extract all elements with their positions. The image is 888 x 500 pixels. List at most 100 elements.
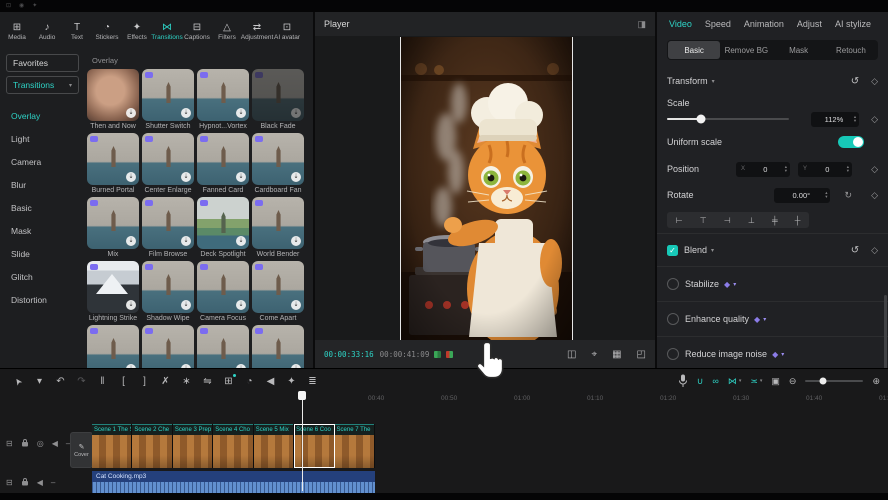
transition-thumbnail[interactable]: ⇣: [142, 133, 194, 185]
transition-item[interactable]: ⇣ Deck Spotlight: [197, 197, 249, 261]
timeline-ruler[interactable]: 00:4000:5001:0001:1001:2001:3001:4001:50: [368, 395, 888, 405]
blend-checkbox[interactable]: ✓: [667, 245, 678, 256]
transition-item[interactable]: ⇣ Lightning Strike: [87, 261, 139, 325]
position-x-field[interactable]: X 0 ▴▾: [736, 162, 790, 177]
extract-audio-icon[interactable]: ≣: [302, 376, 323, 387]
stepper-arrows[interactable]: ▴▾: [785, 165, 787, 173]
stepper-arrows[interactable]: ▴▾: [825, 191, 827, 199]
redo-icon[interactable]: ↷: [71, 376, 92, 387]
scrollbar[interactable]: [884, 295, 887, 368]
transition-thumbnail[interactable]: ⇣: [87, 69, 139, 121]
transition-item[interactable]: ⇣ Fanned Card: [197, 133, 249, 197]
transition-item[interactable]: ⇣ Then and Now: [87, 69, 139, 133]
transition-thumbnail[interactable]: ⇣: [197, 325, 249, 368]
ribbon-tab[interactable]: ⇄ Adjustment: [242, 12, 272, 50]
transition-item[interactable]: ⇣ World Bender: [252, 197, 304, 261]
category-item[interactable]: Glitch: [0, 265, 85, 288]
transition-thumbnail[interactable]: ⇣: [197, 69, 249, 121]
transition-item[interactable]: ⇣ Cardboard Fan: [252, 133, 304, 197]
category-item[interactable]: Mask: [0, 219, 85, 242]
scale-slider-thumb[interactable]: [697, 115, 706, 124]
quality-icon[interactable]: ▦: [612, 349, 621, 360]
timeline-zoom-slider[interactable]: [805, 380, 863, 382]
transition-thumbnail[interactable]: ⇣: [197, 197, 249, 249]
video-clip[interactable]: Scene 4 Cho: [213, 424, 253, 468]
keyframe-diamond-icon[interactable]: ◇: [871, 114, 878, 125]
sidebar-transitions-dropdown[interactable]: Transitions ▾: [6, 76, 79, 94]
sidebar-favorites-button[interactable]: Favorites: [6, 54, 79, 72]
transition-thumbnail[interactable]: ⇣: [142, 261, 194, 313]
keyframe-diamond-icon[interactable]: ◇: [871, 245, 878, 256]
transition-item[interactable]: ⇣ Come Apart: [252, 261, 304, 325]
feature-checkbox[interactable]: [667, 348, 679, 360]
fullscreen-icon[interactable]: ◰: [637, 349, 646, 360]
track-mode-toggle-icon[interactable]: ≍ ▾: [750, 376, 762, 387]
reset-icon[interactable]: ↺: [851, 245, 859, 256]
zoom-out-icon[interactable]: ⊖: [789, 376, 797, 387]
lock-icon[interactable]: [21, 438, 29, 449]
keyframe-diamond-icon[interactable]: ◇: [871, 76, 878, 87]
transition-thumbnail[interactable]: ⇣: [87, 133, 139, 185]
track-collapse-icon[interactable]: ⊟: [6, 439, 13, 448]
inspector-subtab[interactable]: Basic: [668, 41, 720, 59]
transition-item[interactable]: ⇣: [142, 325, 194, 368]
inspector-tab[interactable]: Animation: [744, 19, 784, 29]
playhead-handle[interactable]: [298, 391, 306, 400]
video-clip[interactable]: Scene 1 The S: [92, 424, 132, 468]
video-clip[interactable]: Scene 3 Prep: [173, 424, 213, 468]
transition-thumbnail[interactable]: ⇣: [87, 261, 139, 313]
player-display-settings-icon[interactable]: ◨: [637, 19, 646, 30]
category-item[interactable]: Distortion: [0, 288, 85, 311]
transition-item[interactable]: ⇣ Burned Portal: [87, 133, 139, 197]
align-vcenter-icon[interactable]: ⊤: [700, 216, 707, 225]
delete-left-icon[interactable]: [: [113, 376, 134, 387]
zoom-in-icon[interactable]: ⊕: [872, 376, 880, 387]
zoom-slider-thumb[interactable]: [819, 378, 826, 385]
ribbon-tab[interactable]: ♪ Audio: [32, 12, 62, 50]
undo-icon[interactable]: ↶: [50, 376, 71, 387]
keyframe-diamond-icon[interactable]: ◇: [871, 190, 878, 201]
transition-item[interactable]: ⇣ Center Enlarge: [142, 133, 194, 197]
category-item[interactable]: Camera: [0, 150, 85, 173]
transition-item[interactable]: ⇣ Camera Focus: [197, 261, 249, 325]
transition-thumbnail[interactable]: ⇣: [87, 325, 139, 368]
transition-thumbnail[interactable]: ⇣: [252, 325, 304, 368]
keyframe-diamond-icon[interactable]: ◇: [871, 164, 878, 175]
track-more-icon[interactable]: –: [51, 478, 55, 487]
magnet-toggle-icon[interactable]: ∪: [697, 376, 704, 387]
position-y-field[interactable]: Y 0 ▴▾: [798, 162, 852, 177]
stepper-arrows[interactable]: ▴▾: [854, 115, 856, 123]
stepper-arrows[interactable]: ▴▾: [847, 165, 849, 173]
rotate-dial-icon[interactable]: ↻: [844, 190, 852, 201]
mute-track-icon[interactable]: ◀: [52, 439, 58, 448]
rotate-value-field[interactable]: 0.00° ▴▾: [774, 188, 830, 203]
snapshot-icon[interactable]: ⌖: [591, 349, 597, 360]
chevron-down-icon[interactable]: ▾: [712, 78, 715, 85]
chevron-down-icon[interactable]: ▾: [763, 316, 766, 323]
inspector-tab[interactable]: Video: [669, 19, 692, 29]
select-tool-icon[interactable]: ➤: [8, 369, 29, 393]
inspector-subtab[interactable]: Remove BG: [720, 41, 772, 59]
align-left-icon[interactable]: ⊢: [676, 216, 683, 225]
snap-toggle-icon[interactable]: ⋈ ▾: [728, 376, 742, 387]
uniform-scale-toggle[interactable]: [838, 136, 864, 148]
transition-thumbnail[interactable]: ⇣: [252, 261, 304, 313]
transition-item[interactable]: ⇣ Hypnot...Vortex: [197, 69, 249, 133]
scale-value-field[interactable]: 112% ▴▾: [811, 112, 859, 127]
transition-thumbnail[interactable]: ⇣: [142, 197, 194, 249]
ribbon-tab[interactable]: ⋈ Transitions: [152, 12, 182, 50]
transition-thumbnail[interactable]: ⇣: [197, 261, 249, 313]
mirror-icon[interactable]: ⇋: [197, 376, 218, 387]
speed-icon[interactable]: ◔: [239, 376, 260, 387]
reset-icon[interactable]: ↺: [851, 76, 859, 87]
cover-button[interactable]: ✎ Cover: [70, 432, 93, 468]
transition-thumbnail[interactable]: ⇣: [252, 69, 304, 121]
ribbon-tab[interactable]: ⊡ AI avatar: [272, 12, 302, 50]
track-collapse-icon[interactable]: ⊟: [6, 478, 13, 487]
video-clip[interactable]: Scene 6 Coo: [294, 424, 334, 468]
chevron-down-icon[interactable]: ▾: [711, 247, 714, 254]
ribbon-tab[interactable]: T Text: [62, 12, 92, 50]
freeze-frame-icon[interactable]: ∗: [176, 376, 197, 387]
ribbon-tab[interactable]: ⊟ Captions: [182, 12, 212, 50]
tool-caret-icon[interactable]: ▾: [29, 376, 50, 387]
